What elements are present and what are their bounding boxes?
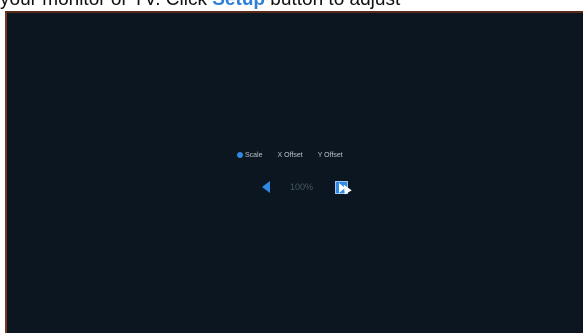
- instruction-before: your monitor or TV. Click: [0, 0, 212, 10]
- scale-control: 100%: [262, 179, 348, 195]
- option-y-offset[interactable]: Y Offset: [318, 152, 343, 159]
- option-y-offset-label: Y Offset: [317, 151, 343, 159]
- option-x-offset[interactable]: X Offset: [278, 152, 303, 159]
- option-scale-label: Scale: [245, 151, 263, 159]
- instruction-text: your monitor or TV. Click Setup button t…: [0, 0, 583, 11]
- arrow-left-icon[interactable]: [262, 181, 270, 193]
- instruction-after: button to adjust: [265, 0, 400, 10]
- adjust-mode-options: Scale X Offset Y Offset: [237, 149, 358, 161]
- scale-value: 100%: [290, 182, 314, 192]
- output-adjust-screen: Scale X Offset Y Offset 100%: [5, 11, 583, 333]
- option-x-offset-label: X Offset: [277, 151, 303, 159]
- page: your monitor or TV. Click Setup button t…: [0, 0, 583, 333]
- radio-selected-icon: [237, 152, 243, 158]
- setup-link[interactable]: Setup: [212, 0, 265, 10]
- option-scale[interactable]: Scale: [237, 152, 263, 159]
